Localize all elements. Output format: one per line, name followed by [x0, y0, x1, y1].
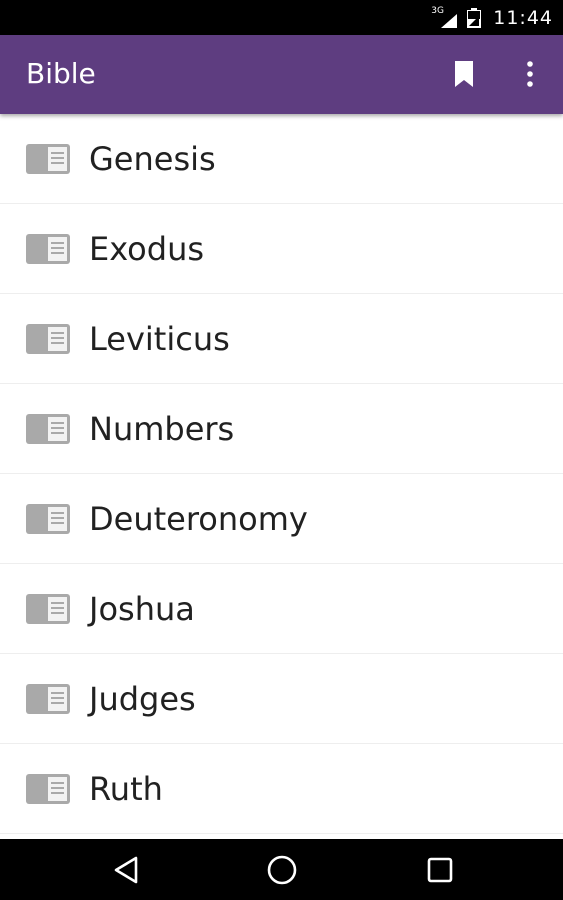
status-bar: 3G 11:44 — [0, 0, 563, 35]
status-icons: 3G 11:44 — [431, 0, 553, 35]
book-icon — [26, 774, 70, 804]
book-name: Judges — [89, 679, 196, 718]
home-button[interactable] — [265, 853, 299, 887]
book-list-item[interactable]: Ruth — [0, 744, 563, 834]
recents-square-icon — [427, 857, 453, 883]
back-triangle-icon — [114, 856, 138, 884]
bookmark-icon — [455, 61, 473, 87]
book-icon — [26, 594, 70, 624]
book-icon — [26, 324, 70, 354]
book-list-item[interactable]: Joshua — [0, 564, 563, 654]
book-name: Genesis — [89, 139, 216, 178]
book-list-item[interactable]: Judges — [0, 654, 563, 744]
book-icon — [26, 504, 70, 534]
book-name: Joshua — [89, 589, 195, 628]
clock: 11:44 — [493, 6, 553, 29]
book-name: Ruth — [89, 769, 163, 808]
more-vert-icon — [527, 61, 533, 87]
more-options-button[interactable] — [518, 57, 542, 91]
book-icon — [26, 234, 70, 264]
book-list-item[interactable]: Deuteronomy — [0, 474, 563, 564]
app-bar: Bible — [0, 35, 563, 114]
book-list-item[interactable]: Numbers — [0, 384, 563, 474]
screen: 3G 11:44 Bible Genesis Exodus Leviticus … — [0, 0, 563, 900]
home-circle-icon — [267, 855, 297, 885]
book-name: Leviticus — [89, 319, 230, 358]
book-list-item[interactable]: Leviticus — [0, 294, 563, 384]
book-name: Numbers — [89, 409, 235, 448]
signal-indicator: 3G — [431, 6, 458, 28]
book-icon — [26, 144, 70, 174]
bookmark-button[interactable] — [450, 57, 478, 91]
book-list-item[interactable]: Genesis — [0, 114, 563, 204]
signal-icon — [441, 13, 458, 28]
app-title: Bible — [26, 57, 96, 90]
battery-icon — [467, 7, 483, 29]
book-name: Deuteronomy — [89, 499, 308, 538]
book-icon — [26, 684, 70, 714]
book-icon — [26, 414, 70, 444]
back-button[interactable] — [109, 853, 143, 887]
book-name: Exodus — [89, 229, 205, 268]
recents-button[interactable] — [423, 853, 457, 887]
navigation-bar — [0, 839, 563, 900]
book-list: Genesis Exodus Leviticus Numbers Deutero… — [0, 114, 563, 839]
book-list-item[interactable]: Exodus — [0, 204, 563, 294]
